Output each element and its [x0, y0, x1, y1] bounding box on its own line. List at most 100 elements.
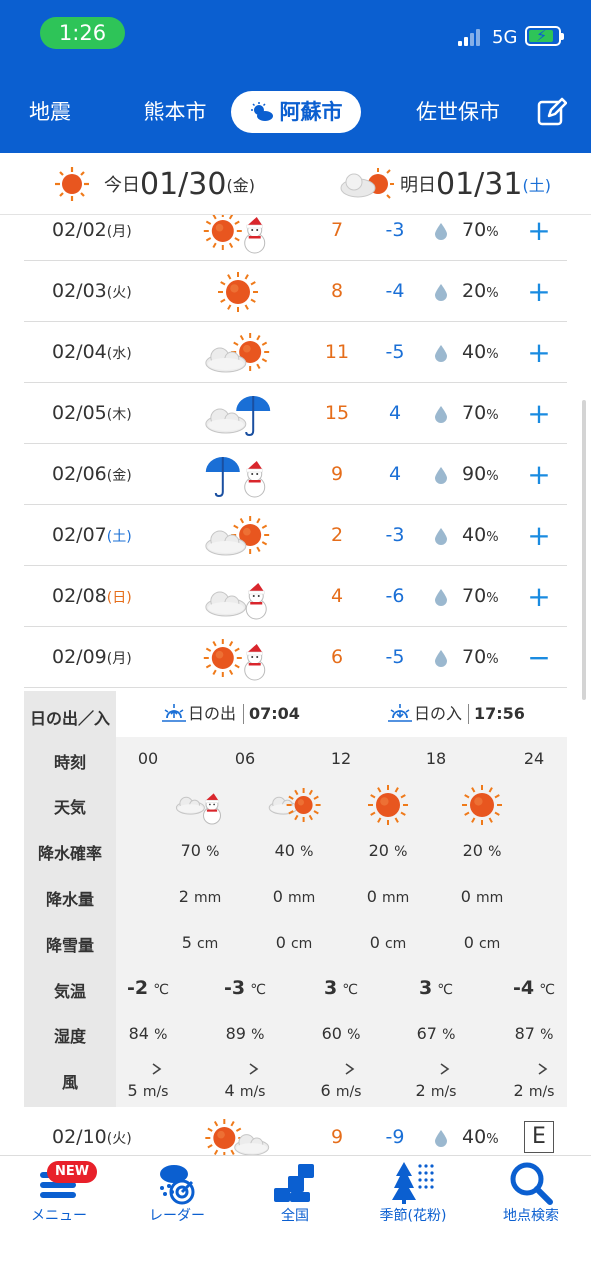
- row-dow: (木): [106, 407, 132, 423]
- cloud-umbrella-icon: [200, 389, 276, 439]
- nav-location-search[interactable]: 地点検索: [472, 1156, 590, 1236]
- cloud-snow-icon: [170, 785, 230, 829]
- precip-unit: %: [486, 591, 499, 606]
- hourly-precip-probability-value: 40: [274, 841, 295, 860]
- precip-value: 70: [462, 646, 487, 668]
- e-box-icon[interactable]: E: [524, 1121, 554, 1153]
- row-dow: (火): [106, 285, 132, 301]
- precip-unit: %: [486, 225, 499, 240]
- raindrop-icon: [435, 223, 447, 240]
- precip-probability: 40%: [462, 505, 499, 568]
- sunrise-icon: [162, 704, 186, 722]
- detail-row-label: 時刻: [53, 753, 86, 772]
- wind-direction-icon: [247, 1061, 261, 1080]
- row-date-value: 02/07: [52, 524, 107, 546]
- hourly-humidity-unit: %: [251, 1027, 265, 1043]
- hourly-wind-unit: m/s: [430, 1084, 457, 1100]
- nav-radar-label: レーダー: [149, 1208, 205, 1224]
- row-dow: (月): [106, 651, 132, 667]
- sun-icon: [452, 785, 512, 829]
- hourly-temperature-value: -2: [127, 977, 149, 999]
- high-temp: 8: [330, 280, 344, 302]
- low-temp: -5: [385, 341, 405, 363]
- detail-row-label: 湿度: [53, 1027, 86, 1046]
- precip-unit: %: [486, 652, 499, 667]
- collapse-icon[interactable]: −: [524, 627, 554, 688]
- high-temp: 11: [324, 341, 350, 363]
- nav-location-search-label: 地点検索: [503, 1208, 559, 1224]
- hourly-precip-probability-unit: %: [488, 844, 502, 860]
- hourly-wind-value: 2: [513, 1081, 524, 1100]
- today-date[interactable]: 今日 01/30 (金): [54, 153, 255, 215]
- hourly-humidity: 89 %: [205, 1024, 285, 1043]
- tab-sasebo[interactable]: 佐世保市: [404, 88, 512, 136]
- row-dow: (月): [106, 224, 132, 240]
- sunrise-separator: [243, 704, 244, 724]
- forecast-row[interactable]: 02/09(月) 6 -5 70% −: [24, 627, 567, 688]
- expand-icon[interactable]: +: [524, 215, 554, 261]
- nav-season[interactable]: 季節(花粉): [354, 1156, 472, 1236]
- tomorrow-dow: (土): [522, 176, 551, 195]
- forecast-row[interactable]: 02/06(金) 9 4 90% +: [24, 444, 567, 505]
- expand-icon[interactable]: +: [524, 566, 554, 627]
- expand-icon[interactable]: +: [524, 444, 554, 505]
- raindrop-icon: [435, 589, 447, 606]
- sun-snowman-icon: [200, 633, 276, 683]
- row-date: 02/09(月): [52, 627, 132, 690]
- expand-icon[interactable]: +: [524, 383, 554, 444]
- partly-sunny-icon: [250, 102, 273, 121]
- cloud-sun-icon: [264, 785, 324, 829]
- hourly-snowfall-unit: cm: [290, 936, 313, 952]
- forecast-row[interactable]: 02/03(火) 8 -4 20% +: [24, 261, 567, 322]
- sun-icon: [55, 167, 89, 201]
- location-tabs: 地震 熊本市 阿蘇市 佐世保市: [0, 88, 591, 136]
- nav-radar[interactable]: レーダー: [118, 1156, 236, 1236]
- nav-menu[interactable]: NEW メニュー: [0, 1156, 118, 1236]
- detail-row-label: 風: [61, 1073, 78, 1092]
- precip-unit: %: [486, 408, 499, 423]
- edit-icon[interactable]: [537, 97, 567, 127]
- hourly-snowfall: 0 cm: [442, 933, 522, 952]
- precip-probability: 20%: [462, 261, 499, 324]
- hourly-rainfall: 0 mm: [348, 887, 428, 906]
- hourly-snowfall-value: 5: [181, 933, 192, 952]
- hourly-humidity-unit: %: [540, 1027, 554, 1043]
- scrollbar[interactable]: [582, 400, 586, 700]
- hourly-wind: 6 m/s: [301, 1081, 381, 1100]
- precip-probability: 70%: [462, 383, 499, 446]
- sunrise-label: 日の出: [188, 704, 237, 723]
- forecast-row[interactable]: 02/10(火) 9 -9 40% E: [24, 1107, 567, 1155]
- forecast-row[interactable]: 02/02(月) 7 -3 70% +: [24, 215, 567, 261]
- sunset-separator: [468, 704, 469, 724]
- expand-icon[interactable]: +: [524, 261, 554, 322]
- tab-kumamoto[interactable]: 熊本市: [132, 88, 218, 136]
- row-date-value: 02/04: [52, 341, 107, 363]
- precip-unit: %: [486, 1132, 499, 1147]
- hour-label: 06: [234, 749, 256, 768]
- forecast-row[interactable]: 02/08(日) 4 -6 70% +: [24, 566, 567, 627]
- bottom-nav: NEW メニュー レーダー 全国 季節(花粉) 地点検索: [0, 1155, 591, 1280]
- hourly-rainfall-value: 0: [366, 887, 377, 906]
- forecast-row[interactable]: 02/05(木) 15 4 70% +: [24, 383, 567, 444]
- hourly-humidity: 87 %: [494, 1024, 567, 1043]
- hourly-precip-probability: 20 %: [442, 841, 522, 860]
- hourly-humidity-value: 60: [321, 1024, 342, 1043]
- precip-value: 40: [462, 341, 487, 363]
- forecast-row[interactable]: 02/04(水) 11 -5 40% +: [24, 322, 567, 383]
- hourly-rainfall: 2 mm: [160, 887, 240, 906]
- hourly-humidity-value: 84: [128, 1024, 149, 1043]
- forecast-row[interactable]: 02/07(土) 2 -3 40% +: [24, 505, 567, 566]
- nav-national[interactable]: 全国: [236, 1156, 354, 1236]
- expand-icon[interactable]: +: [524, 505, 554, 566]
- expand-icon[interactable]: +: [524, 322, 554, 383]
- detail-row-label: 降水確率: [37, 844, 102, 863]
- raindrop-icon: [435, 467, 447, 484]
- tab-aso[interactable]: 阿蘇市: [231, 91, 361, 133]
- tomorrow-date[interactable]: 明日 01/31 (土): [338, 153, 551, 215]
- tomorrow-date-value: 01/31: [436, 166, 523, 202]
- tab-earthquake[interactable]: 地震: [10, 88, 90, 136]
- precip-value: 70: [462, 219, 487, 241]
- hourly-temperature-value: 3: [418, 977, 433, 999]
- hour-label: 24: [523, 749, 545, 768]
- precip-value: 70: [462, 585, 487, 607]
